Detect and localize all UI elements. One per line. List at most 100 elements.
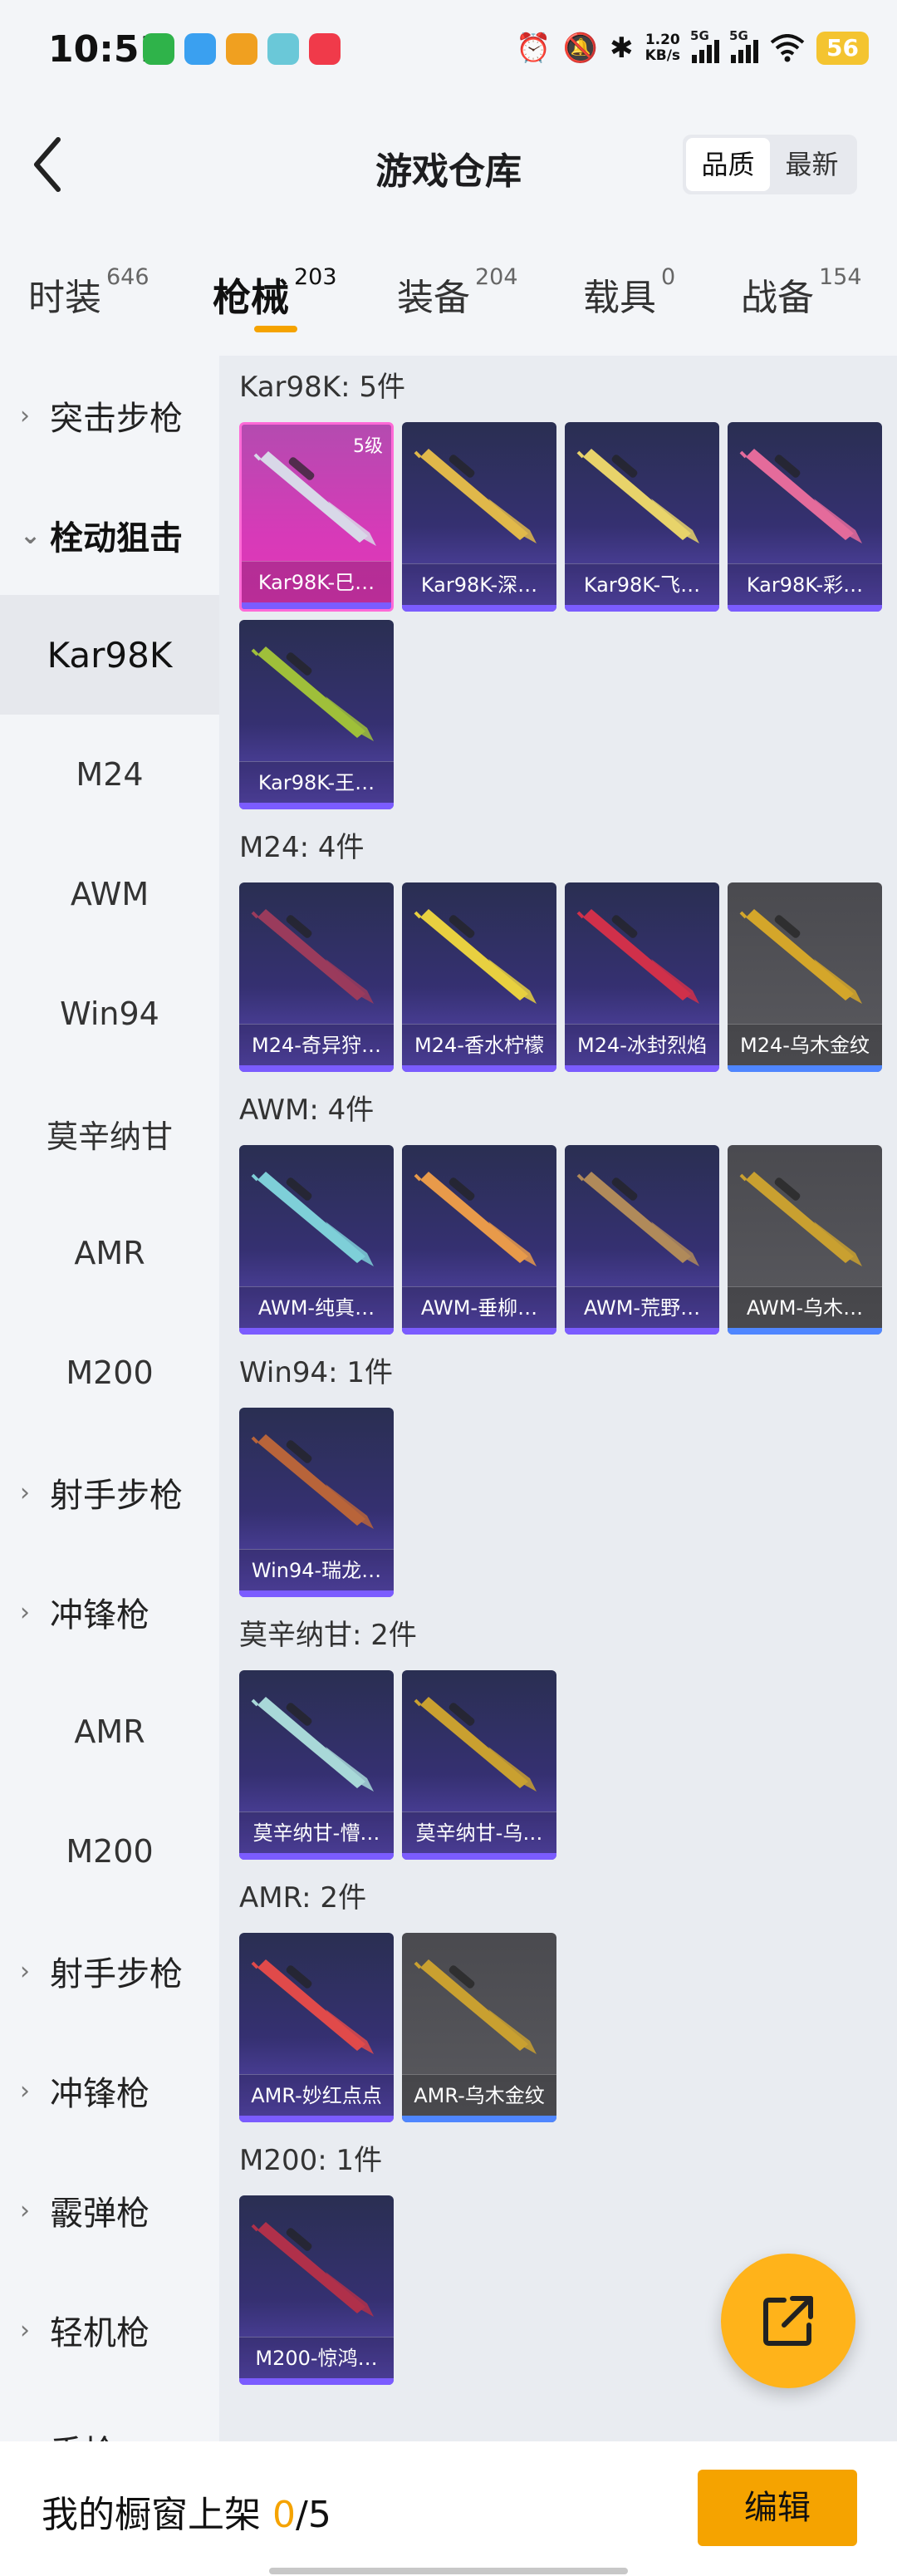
skin-card[interactable]: AWM-乌木… [728, 1145, 882, 1335]
skin-card[interactable]: M200-惊鸿… [239, 2195, 394, 2385]
sidebar-item-label: 突击步枪 [50, 400, 183, 438]
sidebar-item-label: 莫辛纳甘 [46, 1118, 173, 1155]
share-icon [763, 2296, 813, 2346]
rifle-icon [576, 449, 699, 543]
tab-fashion[interactable]: 时装 646 [28, 264, 150, 321]
rarity-bar [565, 1065, 719, 1072]
sidebar-item[interactable]: › 冲锋枪 [0, 2031, 219, 2151]
rifle-icon [414, 1959, 537, 2054]
rifle-icon [576, 909, 699, 1004]
skin-card[interactable]: 莫辛纳甘-乌… [402, 1670, 556, 1860]
sidebar-item[interactable]: M24 [0, 715, 219, 834]
rarity-bar [239, 1065, 394, 1072]
skin-card[interactable]: Kar98K-飞… [565, 422, 719, 612]
edit-button[interactable]: 编辑 [698, 2470, 857, 2546]
sort-quality-button[interactable]: 品质 [686, 138, 770, 191]
skin-name: Win94-瑞龙… [239, 1549, 394, 1590]
group-title: M24: 4件 [239, 831, 365, 864]
sidebar-item[interactable]: › 轻机枪 [0, 2270, 219, 2390]
tab-supplies[interactable]: 战备 154 [741, 264, 862, 321]
skin-card[interactable]: AMR-乌木金纹 [402, 1933, 556, 2122]
sidebar-item[interactable]: › 射手步枪 [0, 1911, 219, 2031]
sidebar-item[interactable]: M200 [0, 1792, 219, 1911]
sidebar-item[interactable]: Kar98K [0, 595, 219, 715]
battery-indicator: 56 [816, 32, 869, 65]
bluetooth-icon: ✱ [610, 32, 634, 65]
chevron-right-icon: › [20, 2076, 30, 2106]
chevron-right-icon: › [20, 2315, 30, 2345]
signal-icon: 5G [690, 28, 720, 63]
tab-equipment[interactable]: 装备 204 [397, 264, 518, 321]
skin-card[interactable]: Win94-瑞龙… [239, 1408, 394, 1597]
chevron-right-icon: › [20, 1597, 30, 1627]
skin-card[interactable]: M24-香水柠檬 [402, 882, 556, 1072]
group-title: AWM: 4件 [239, 1094, 375, 1127]
skin-group: AWM: 4件 AWM-纯真… AWM-垂柳… AWM-荒野… AWM-乌木… [239, 1090, 887, 1335]
skin-group: Win94: 1件 Win94-瑞龙… [239, 1353, 887, 1597]
sidebar-item-label: M200 [66, 1354, 154, 1391]
sidebar-item[interactable]: AWM [0, 834, 219, 954]
sidebar-item[interactable]: › 突击步枪 [0, 356, 219, 475]
showcase-status: 我的橱窗上架 0/5 [42, 2485, 331, 2538]
showcase-label: 我的橱窗上架 [42, 2494, 272, 2536]
sidebar-item[interactable]: › 冲锋枪 [0, 1552, 219, 1672]
skin-grid: AWM-纯真… AWM-垂柳… AWM-荒野… AWM-乌木… [239, 1145, 887, 1335]
sim1-label: 5G [690, 28, 709, 43]
rifle-icon [414, 1172, 537, 1266]
skin-name: M200-惊鸿… [239, 2337, 394, 2378]
skin-name: AWM-纯真… [239, 1286, 394, 1328]
sidebar-item[interactable]: Win94 [0, 954, 219, 1074]
tab-label: 枪械 [213, 275, 289, 320]
rifle-icon [739, 909, 862, 1004]
rarity-bar [402, 1065, 556, 1072]
skin-card[interactable]: Kar98K-彩… [728, 422, 882, 612]
skin-card[interactable]: M24-奇异狩… [239, 882, 394, 1072]
sidebar-item-label: 冲锋枪 [50, 1596, 150, 1635]
skin-card[interactable]: M24-冰封烈焰 [565, 882, 719, 1072]
share-button[interactable] [721, 2254, 855, 2388]
tab-label: 战备 [741, 277, 814, 319]
home-indicator[interactable] [269, 2568, 628, 2574]
tab-count: 154 [819, 264, 862, 290]
sidebar-item-label: 霰弹枪 [50, 2195, 150, 2233]
skin-card[interactable]: AWM-纯真… [239, 1145, 394, 1335]
sidebar-item[interactable]: AMR [0, 1193, 219, 1313]
skin-group: M24: 4件 M24-奇异狩… M24-香水柠檬 M24-冰封烈焰 M24-乌木金纹 [239, 828, 887, 1072]
skin-card[interactable]: Kar98K-王… [239, 620, 394, 809]
sidebar-item[interactable]: 莫辛纳甘 [0, 1074, 219, 1193]
tab-label: 载具 [583, 277, 656, 319]
status-bar: 10:51 ⏰ 🔕 ✱ 1.20 KB/s 5G 5G 56 [0, 0, 897, 98]
rarity-bar [402, 2116, 556, 2122]
rarity-bar [239, 803, 394, 809]
tab-label: 时装 [28, 277, 101, 319]
sidebar-item[interactable]: ⌄ 栓动狙击 [0, 475, 219, 595]
skin-card[interactable]: 莫辛纳甘-懵… [239, 1670, 394, 1860]
active-tab-indicator [254, 326, 297, 332]
sidebar-item[interactable]: M200 [0, 1313, 219, 1433]
sort-newest-button[interactable]: 最新 [770, 138, 854, 191]
tab-firearms[interactable]: 枪械 203 [213, 264, 337, 322]
sidebar-item[interactable]: › 霰弹枪 [0, 2151, 219, 2270]
skin-card[interactable]: AMR-妙红点点 [239, 1933, 394, 2122]
chevron-right-icon: › [20, 2195, 30, 2225]
tab-label: 装备 [397, 277, 470, 319]
skin-name: 莫辛纳甘-懵… [239, 1812, 394, 1853]
tab-vehicles[interactable]: 载具 0 [583, 264, 675, 321]
skin-card[interactable]: M24-乌木金纹 [728, 882, 882, 1072]
chevron-right-icon: › [20, 401, 30, 430]
sidebar-item[interactable]: AMR [0, 1672, 219, 1792]
skin-card[interactable]: AWM-垂柳… [402, 1145, 556, 1335]
rarity-bar [402, 1853, 556, 1860]
sidebar-item-label: AMR [74, 1235, 145, 1271]
showcase-total: /5 [296, 2494, 331, 2536]
sidebar-item[interactable]: › 射手步枪 [0, 1433, 219, 1552]
rifle-icon [251, 909, 374, 1004]
rifle-icon [414, 449, 537, 543]
skin-card[interactable]: AWM-荒野… [565, 1145, 719, 1335]
skin-card[interactable]: 5级 Kar98K-巳… [239, 422, 394, 612]
sidebar-item[interactable]: › 手枪 [0, 2390, 219, 2441]
skin-card[interactable]: Kar98K-深… [402, 422, 556, 612]
sidebar-item-label: 冲锋枪 [50, 2075, 150, 2113]
skin-name: Kar98K-飞… [565, 563, 719, 605]
mute-icon: 🔕 [562, 32, 599, 65]
